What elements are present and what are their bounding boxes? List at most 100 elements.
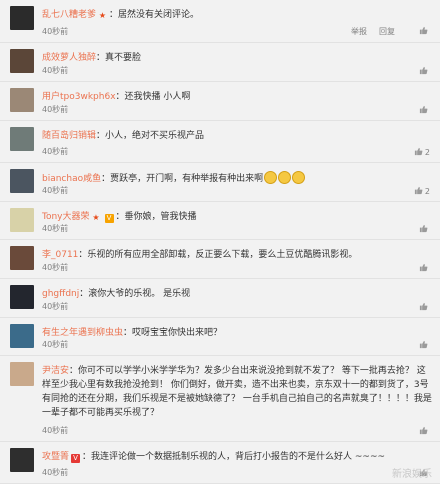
- like-button[interactable]: [407, 26, 430, 36]
- username-link[interactable]: ghgffdnj: [42, 289, 79, 299]
- thumbs-up-icon: [419, 105, 428, 114]
- username-link[interactable]: 随百岛归销辑: [42, 131, 96, 141]
- like-button[interactable]: [407, 426, 430, 436]
- comment-time: 40秒前: [42, 224, 69, 233]
- comment-actions: [395, 263, 430, 273]
- colon-separator: ：: [101, 174, 111, 184]
- comment-line: ghgffdnj：滚你大爷的乐视。 是乐视: [42, 287, 432, 301]
- avatar[interactable]: [10, 208, 34, 232]
- comment-line: 有生之年遇到柳虫虫：哎呀宝宝你快出来吧？: [42, 326, 432, 340]
- username-link[interactable]: 乱七八糟老爹: [42, 10, 96, 20]
- username-link[interactable]: 有生之年遇到柳虫虫: [42, 328, 123, 338]
- comment-actions: [395, 340, 430, 350]
- comment-time: 40秒前: [42, 263, 69, 272]
- like-button[interactable]: 2: [402, 147, 430, 157]
- comment-text: 垂你娘，管我快播: [124, 212, 197, 222]
- avatar[interactable]: [10, 49, 34, 73]
- comment-actions: [395, 426, 430, 436]
- colon-separator: ：: [96, 131, 106, 141]
- comment-item: 有生之年遇到柳虫虫：哎呀宝宝你快出来吧？ 40秒前: [0, 318, 440, 356]
- colon-separator: ：: [123, 328, 133, 338]
- username-link[interactable]: Tony大器荣: [42, 212, 90, 222]
- thumbs-up-icon: [419, 426, 428, 435]
- comment-actions: 2: [390, 186, 430, 196]
- comment-line: 攻暨箐 V ：我连评论做一个数据抵制乐视的人，背后打小报告的不是什么好人 ~~~~: [42, 450, 432, 464]
- username-link[interactable]: 李_0711: [42, 250, 78, 260]
- comment-time: 40秒前: [42, 340, 69, 349]
- comment-actions: 2: [390, 147, 430, 157]
- comment-text: 居然没有关闭评论。: [118, 10, 200, 20]
- comment-actions: [395, 224, 430, 234]
- comment-item: 随百岛归销辑：小人，绝对不买乐视产品 40秒前 2: [0, 121, 440, 163]
- reply-link[interactable]: 回复: [379, 27, 395, 36]
- colon-separator: ：: [115, 212, 125, 222]
- username-link[interactable]: bianchao咸鱼: [42, 174, 101, 184]
- like-button[interactable]: [407, 302, 430, 312]
- thumbs-up-icon: [414, 186, 423, 195]
- comment-item: 尹洁安：你可不可以学学小米学学华为？发多少台出来说没抢到就不发了？ 等下一批再去…: [0, 356, 440, 442]
- avatar[interactable]: [10, 169, 34, 193]
- thumbs-up-icon: [419, 66, 428, 75]
- comment-time: 40秒前: [42, 186, 69, 195]
- cat-emoji-icon: [264, 171, 278, 184]
- comment-line: bianchao咸鱼：贾跃亭，开门啊，有种举报有种出来啊: [42, 171, 432, 186]
- like-button[interactable]: 2: [402, 186, 430, 196]
- comment-time: 40秒前: [42, 66, 69, 75]
- vip-badge-icon: V: [71, 454, 81, 463]
- report-link[interactable]: 举报: [351, 27, 367, 36]
- comment-item: 攻暨箐 V ：我连评论做一个数据抵制乐视的人，背后打小报告的不是什么好人 ~~~~ 4…: [0, 442, 440, 484]
- comment-actions: [395, 302, 430, 312]
- thumbs-up-icon: [419, 263, 428, 272]
- avatar[interactable]: [10, 362, 34, 386]
- star-badge-icon: ★: [98, 11, 107, 20]
- avatar[interactable]: [10, 6, 34, 30]
- comment-item: 李_0711：乐视的所有应用全部卸载，反正要么下载，要么土豆优酷腾讯影视。 40秒…: [0, 240, 440, 279]
- comment-line: 用户tpo3wkph6x：还我快播 小人啊: [42, 90, 432, 104]
- comment-text: 小人，绝对不买乐视产品: [105, 131, 205, 141]
- comment-line: 成效萝人独醉：真不要脸: [42, 51, 432, 65]
- avatar[interactable]: [10, 285, 34, 309]
- comment-time: 40秒前: [42, 426, 69, 435]
- avatar[interactable]: [10, 246, 34, 270]
- username-link[interactable]: 尹洁安: [42, 366, 69, 376]
- like-button[interactable]: [407, 105, 430, 115]
- comment-text: 贾跃亭，开门啊，有种举报有种出来啊: [110, 174, 264, 184]
- username-link[interactable]: 攻暨箐: [42, 452, 69, 462]
- comment-time: 40秒前: [42, 27, 69, 36]
- avatar[interactable]: [10, 324, 34, 348]
- comment-line: 尹洁安：你可不可以学学小米学学华为？发多少台出来说没抢到就不发了？ 等下一批再去…: [42, 364, 432, 420]
- comment-item: 乱七八糟老爹 ★ ：居然没有关闭评论。 40秒前 举报 回复: [0, 0, 440, 43]
- thumbs-up-icon: [414, 147, 423, 156]
- cat-emoji-icon: [278, 171, 292, 184]
- verified-badge-icon: V: [104, 214, 114, 223]
- comment-line: 随百岛归销辑：小人，绝对不买乐视产品: [42, 129, 432, 143]
- comment-actions: [395, 105, 430, 115]
- comment-line: Tony大器荣 ★ V ：垂你娘，管我快播: [42, 210, 432, 224]
- like-button[interactable]: [407, 263, 430, 273]
- colon-separator: ：: [82, 452, 92, 462]
- avatar[interactable]: [10, 127, 34, 151]
- comment-text: 乐视的所有应用全部卸载，反正要么下载，要么土豆优酷腾讯影视。: [87, 250, 358, 260]
- like-button[interactable]: [407, 66, 430, 76]
- avatar[interactable]: [10, 88, 34, 112]
- comment-text: 哎呀宝宝你快出来吧？: [132, 328, 223, 338]
- comment-item: bianchao咸鱼：贾跃亭，开门啊，有种举报有种出来啊 40秒前 2: [0, 163, 440, 202]
- comment-item: 用户tpo3wkph6x：还我快播 小人啊 40秒前: [0, 82, 440, 121]
- avatar[interactable]: [10, 448, 34, 472]
- username-link[interactable]: 用户tpo3wkph6x: [42, 92, 116, 102]
- comment-time: 40秒前: [42, 302, 69, 311]
- comment-time: 40秒前: [42, 147, 69, 156]
- colon-separator: ：: [79, 289, 89, 299]
- comment-text: 我连评论做一个数据抵制乐视的人，背后打小报告的不是什么好人 ~~~~: [91, 452, 386, 462]
- comment-line: 李_0711：乐视的所有应用全部卸载，反正要么下载，要么土豆优酷腾讯影视。: [42, 248, 432, 262]
- like-count: 2: [424, 187, 430, 196]
- like-button[interactable]: [407, 224, 430, 234]
- star-badge-icon: ★: [92, 213, 100, 222]
- thumbs-up-icon: [419, 340, 428, 349]
- cat-emoji-icon: [292, 171, 306, 184]
- thumbs-up-icon: [419, 302, 428, 311]
- comment-text: 还我快播 小人啊: [124, 92, 191, 102]
- username-link[interactable]: 成效萝人独醉: [42, 53, 96, 63]
- like-button[interactable]: [407, 340, 430, 350]
- comment-item: ghgffdnj：滚你大爷的乐视。 是乐视 40秒前: [0, 279, 440, 318]
